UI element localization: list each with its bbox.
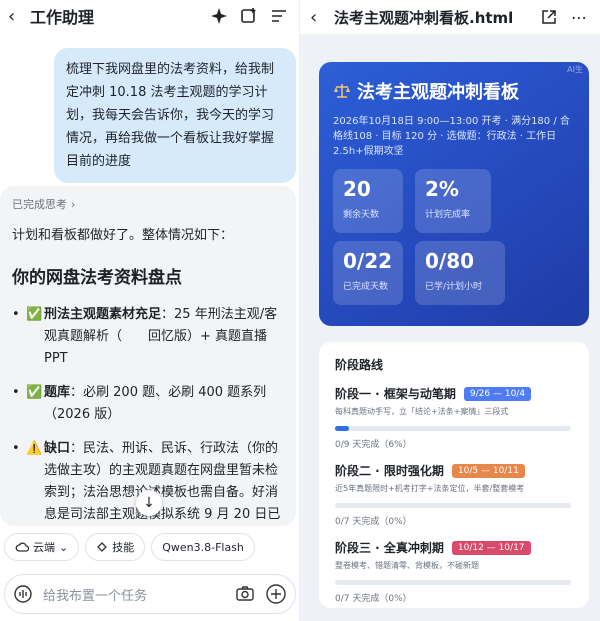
stage-progress-text: 0/7 天完成（0%）	[335, 517, 412, 527]
stage-description: 每科真题动手写，立「结论+法条+案情」三段式	[335, 407, 509, 416]
file-title: 法考主观题冲刺看板.html	[334, 8, 514, 27]
stat-label: 已完成天数	[343, 282, 389, 292]
skill-icon	[97, 542, 108, 552]
item-bold: 缺口	[44, 441, 71, 456]
stat-value: 0/22	[343, 249, 393, 273]
stage-header: 阶段二 · 限时强化期 10/5 — 10/11	[335, 462, 573, 479]
stat-card: 2% 计划完成率	[415, 169, 491, 233]
stage-date-badge: 10/5 — 10/11	[451, 463, 525, 478]
stage-header: 阶段一 · 框架与动笔期 9/26 — 10/4	[335, 385, 573, 402]
preview-panel: ‹ 法考主观题冲刺看板.html ⋯ AI生 法考主观题冲刺看板 2026年10…	[300, 0, 600, 621]
warning-icon: ⚠️	[26, 441, 43, 456]
stat-label: 计划完成率	[425, 210, 471, 220]
chip-skill[interactable]: 技能	[85, 533, 146, 561]
chevron-down-icon: ⌄	[59, 540, 69, 554]
dashboard-subtitle: 2026年10月18日 9:00—13:00 开考 · 满分180 / 合格线1…	[333, 116, 570, 157]
item-bold: 题库	[44, 385, 71, 400]
chip-label: 技能	[112, 541, 135, 554]
back-icon[interactable]: ‹	[310, 7, 328, 28]
scales-icon	[334, 84, 350, 98]
chip-cloud[interactable]: 云端 ⌄	[4, 533, 80, 561]
stages-card: 阶段路线 阶段一 · 框架与动笔期 9/26 — 10/4 每科真题动手写，立「结论…	[319, 342, 589, 608]
dashboard-hero: AI生 法考主观题冲刺看板 2026年10月18日 9:00—13:00 开考 …	[319, 62, 589, 326]
thinking-toggle[interactable]: 已完成思考 ›	[12, 196, 284, 212]
section-title: 你的网盘法考资料盘点	[12, 268, 182, 288]
stage-item: 阶段一 · 框架与动笔期 9/26 — 10/4 每科真题动手写，立「结论+法条+案…	[335, 385, 573, 450]
stage-progress-text: 0/7 天完成（0%）	[335, 594, 412, 604]
stat-label: 剩余天数	[343, 210, 380, 220]
stage-progress-text: 0/9 天完成（6%）	[335, 440, 412, 450]
stage-description: 近5年真题限时+机考打字+法条定位，半套/整套模考	[335, 484, 525, 493]
thinking-label: 已完成思考	[12, 198, 67, 211]
stat-card: 0/22 已完成天数	[333, 241, 403, 305]
stage-name: 阶段一 · 框架与动笔期	[335, 387, 456, 401]
stat-value: 20	[343, 177, 371, 201]
stage-date-badge: 10/12 — 10/17	[451, 540, 531, 555]
stat-value: 0/80	[425, 249, 475, 273]
stat-card: 0/80 已学/计划小时	[415, 241, 505, 305]
camera-icon[interactable]	[235, 584, 255, 604]
stages-title: 阶段路线	[335, 358, 384, 372]
progress-bar	[335, 580, 571, 585]
ai-watermark: AI生	[567, 65, 583, 74]
chip-label: 云端	[33, 541, 55, 554]
add-icon[interactable]	[265, 583, 287, 605]
stage-item: 阶段三 · 全真冲刺期 10/12 — 10/17 整卷模考、错题清零、背模板，不碰…	[335, 539, 573, 604]
more-icon[interactable]: ⋯	[568, 6, 590, 28]
item-text: ：民法、刑诉、民诉、行政法（你的选做主攻）的主观题真题在网盘里暂未检索到；法治思…	[44, 441, 281, 522]
task-input[interactable]: 给我布置一个任务	[43, 585, 235, 604]
chip-label: Qwen3.8-Flash	[162, 540, 244, 554]
progress-bar	[335, 426, 571, 431]
chip-row: 云端 ⌄ 技能 Qwen3.8-Flash	[4, 533, 255, 561]
user-message: 梳理下我网盘里的法考资料，给我制定冲刺 10.18 法考主观题的学习计划，我每天…	[54, 48, 296, 183]
stat-card: 20 剩余天数	[333, 169, 403, 233]
scroll-down-icon[interactable]: ↓	[136, 490, 162, 516]
dashboard-title: 法考主观题冲刺看板	[357, 82, 519, 103]
stage-description: 整卷模考、错题清零、背模板，不碰新题	[335, 561, 479, 570]
chat-panel: ‹ 工作助理 梳理下我网盘里的法考资料，给我制定冲刺 10.18 法考主观题的学…	[0, 0, 300, 621]
dashboard-title-row: 法考主观题冲刺看板	[333, 78, 575, 104]
open-external-icon[interactable]	[538, 6, 560, 28]
item-bold: 刑法主观题素材充足	[44, 307, 162, 322]
progress-fill	[335, 426, 350, 431]
stage-name: 阶段三 · 全真冲刺期	[335, 541, 444, 555]
list-item: • ✅ 题库：必刷 200 题、必刷 400 题系列（2026 版）	[12, 382, 284, 426]
chat-title: 工作助理	[30, 8, 95, 27]
task-input-bar[interactable]: 给我布置一个任务	[4, 574, 296, 614]
stat-value: 2%	[425, 177, 459, 201]
new-chat-icon[interactable]	[237, 4, 261, 28]
list-item: • ✅ 刑法主观题素材充足：25 年刑法主观/客观真题解析（ 回忆版）+ 真题直…	[12, 304, 284, 370]
voice-icon[interactable]	[13, 584, 33, 604]
stage-date-badge: 9/26 — 10/4	[463, 386, 532, 401]
item-text: ：必刷 200 题、必刷 400 题系列（2026 版）	[44, 385, 267, 422]
menu-icon[interactable]	[267, 4, 291, 28]
chevron-right-icon: ›	[71, 197, 76, 211]
stage-name: 阶段二 · 限时强化期	[335, 464, 444, 478]
progress-bar	[335, 503, 571, 508]
chip-model[interactable]: Qwen3.8-Flash	[151, 533, 255, 561]
back-icon[interactable]: ‹	[8, 6, 26, 27]
preview-header: ‹ 法考主观题冲刺看板.html ⋯	[300, 0, 600, 34]
stat-label: 已学/计划小时	[425, 282, 483, 292]
check-icon: ✅	[26, 385, 43, 400]
reply-intro: 计划和看板都做好了。整体情况如下：	[12, 228, 234, 243]
chat-header: ‹ 工作助理	[0, 0, 299, 32]
assistant-reply: 已完成思考 › 计划和看板都做好了。整体情况如下： 你的网盘法考资料盘点 • ✅…	[0, 186, 296, 526]
stage-header: 阶段三 · 全真冲刺期 10/12 — 10/17	[335, 539, 573, 556]
check-icon: ✅	[26, 307, 43, 322]
cloud-icon	[15, 542, 29, 552]
stage-item: 阶段二 · 限时强化期 10/5 — 10/11 近5年真题限时+机考打字+法条定位…	[335, 462, 573, 527]
sparkle-icon[interactable]	[207, 4, 231, 28]
stats-grid: 20 剩余天数 2% 计划完成率 0/22 已完成天数 0/80 已学/计划小时	[333, 169, 575, 305]
